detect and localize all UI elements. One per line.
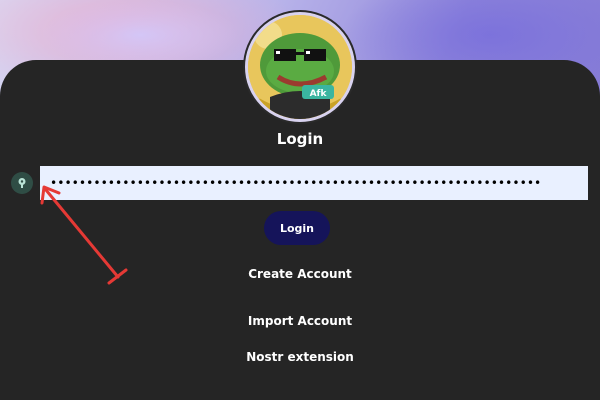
login-button[interactable]: Login xyxy=(264,211,330,245)
avatar-badge-text: Afk xyxy=(310,89,328,99)
create-account-row: Create Account xyxy=(0,267,600,281)
pepe-avatar-image: Afk xyxy=(248,15,352,119)
login-screen: Afk Login Login Create Account Import Ac… xyxy=(0,0,600,400)
nostr-extension-row: Nostr extension xyxy=(0,350,600,364)
avatar: Afk xyxy=(245,12,355,122)
key-icon xyxy=(11,172,33,194)
create-account-link[interactable]: Create Account xyxy=(248,267,352,281)
import-account-row: Import Account xyxy=(0,314,600,328)
page-title: Login xyxy=(276,130,324,148)
import-account-link[interactable]: Import Account xyxy=(248,314,352,328)
nostr-extension-link[interactable]: Nostr extension xyxy=(246,350,354,364)
password-input[interactable] xyxy=(40,166,588,200)
